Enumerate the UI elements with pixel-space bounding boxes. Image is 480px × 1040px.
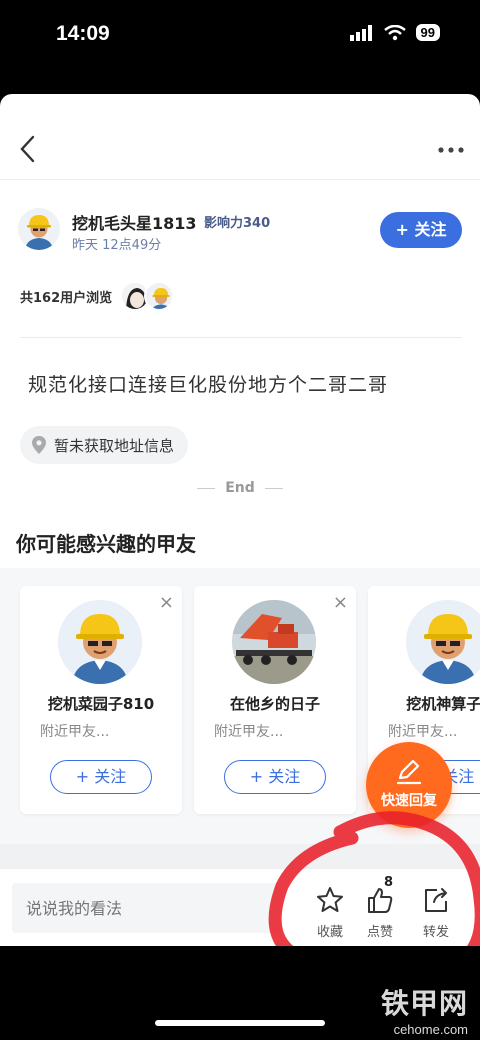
- back-button[interactable]: [14, 134, 44, 164]
- card-follow-button[interactable]: + 关注: [50, 760, 152, 794]
- top-nav: [0, 120, 480, 180]
- author-name[interactable]: 挖机毛头星1813: [72, 210, 197, 234]
- watermark-main: 铁甲网: [380, 987, 468, 1020]
- pencil-icon: [396, 759, 422, 785]
- bottom-action-bar: 收藏 8 点赞 转发: [0, 868, 480, 946]
- excavator-photo-icon: [232, 600, 316, 684]
- view-count: 共162用户浏览: [20, 290, 113, 306]
- author-avatar[interactable]: [18, 208, 60, 250]
- status-bar: 14:09 99: [0, 0, 480, 94]
- location-tag[interactable]: 暂未获取地址信息: [20, 426, 189, 464]
- card-name[interactable]: 挖机神算子8: [368, 693, 480, 714]
- more-button[interactable]: [436, 140, 466, 160]
- signal-icon: [349, 24, 372, 41]
- location-text: 暂未获取地址信息: [54, 436, 175, 455]
- card-follow-button[interactable]: + 关注: [224, 760, 326, 794]
- worker-avatar-icon: [58, 600, 142, 684]
- card-avatar[interactable]: [58, 600, 142, 684]
- like-label: 点赞: [366, 925, 393, 940]
- post-time: 昨天 12点49分: [72, 238, 162, 253]
- like-count: 8: [384, 875, 394, 890]
- wifi-icon: [383, 24, 406, 40]
- share-button[interactable]: 转发: [414, 879, 458, 941]
- recommend-card[interactable]: × 挖机菜园子810 附近甲友... + 关注: [20, 586, 182, 814]
- quick-reply-button[interactable]: 快速回复: [366, 742, 452, 828]
- card-subtitle: 附近甲友...: [40, 724, 110, 740]
- star-icon: [317, 887, 343, 912]
- worker-avatar-icon: [18, 208, 60, 250]
- chevron-left-icon: [20, 135, 35, 163]
- collect-button[interactable]: 收藏: [308, 879, 352, 941]
- status-time: 14:09: [56, 22, 110, 45]
- home-area: 铁甲网 cehome.com: [0, 946, 480, 1040]
- worker-avatar-icon: [146, 283, 173, 309]
- share-label: 转发: [422, 925, 449, 940]
- battery-indicator: 99: [415, 24, 440, 41]
- card-name[interactable]: 在他乡的日子: [194, 693, 356, 714]
- post-body: 规范化接口连接巨化股份地方个二哥二哥: [28, 374, 389, 396]
- card-name[interactable]: 挖机菜园子810: [20, 693, 182, 714]
- end-marker: End: [0, 480, 480, 496]
- status-icons: 99: [349, 24, 440, 41]
- close-icon[interactable]: ×: [159, 592, 174, 613]
- author-row: 挖机毛头星1813 影响力340 昨天 12点49分 + 关注: [18, 206, 462, 256]
- comment-input[interactable]: [12, 883, 282, 933]
- divider: [20, 337, 462, 338]
- share-icon: [425, 888, 447, 912]
- collect-label: 收藏: [316, 925, 343, 940]
- follow-button[interactable]: + 关注: [380, 212, 462, 248]
- view-count-row: 共162用户浏览: [20, 280, 175, 312]
- close-icon[interactable]: ×: [333, 592, 348, 613]
- watermark: 铁甲网 cehome.com: [381, 982, 468, 1037]
- watermark-sub: cehome.com: [393, 1022, 468, 1037]
- post-detail-sheet: 挖机毛头星1813 影响力340 昨天 12点49分 + 关注 共162用户浏览…: [0, 94, 480, 946]
- card-subtitle: 附近甲友...: [214, 724, 284, 740]
- home-indicator[interactable]: [155, 1020, 325, 1026]
- card-avatar[interactable]: [406, 600, 480, 684]
- card-avatar[interactable]: [232, 600, 316, 684]
- end-text: End: [225, 480, 255, 496]
- more-dots-icon: [438, 147, 464, 153]
- location-pin-icon: [32, 436, 46, 454]
- influence-badge: 影响力340: [204, 216, 271, 231]
- like-button[interactable]: 8 点赞: [358, 875, 402, 941]
- card-subtitle: 附近甲友...: [388, 724, 458, 740]
- quick-reply-label: 快速回复: [381, 793, 437, 809]
- content-separator: [0, 844, 480, 868]
- viewer-avatar[interactable]: [144, 281, 175, 311]
- worker-avatar-icon: [406, 600, 480, 684]
- recommend-card[interactable]: × 在他乡的日子 附近甲友... + 关注: [194, 586, 356, 814]
- recommend-title: 你可能感兴趣的甲友: [16, 532, 196, 556]
